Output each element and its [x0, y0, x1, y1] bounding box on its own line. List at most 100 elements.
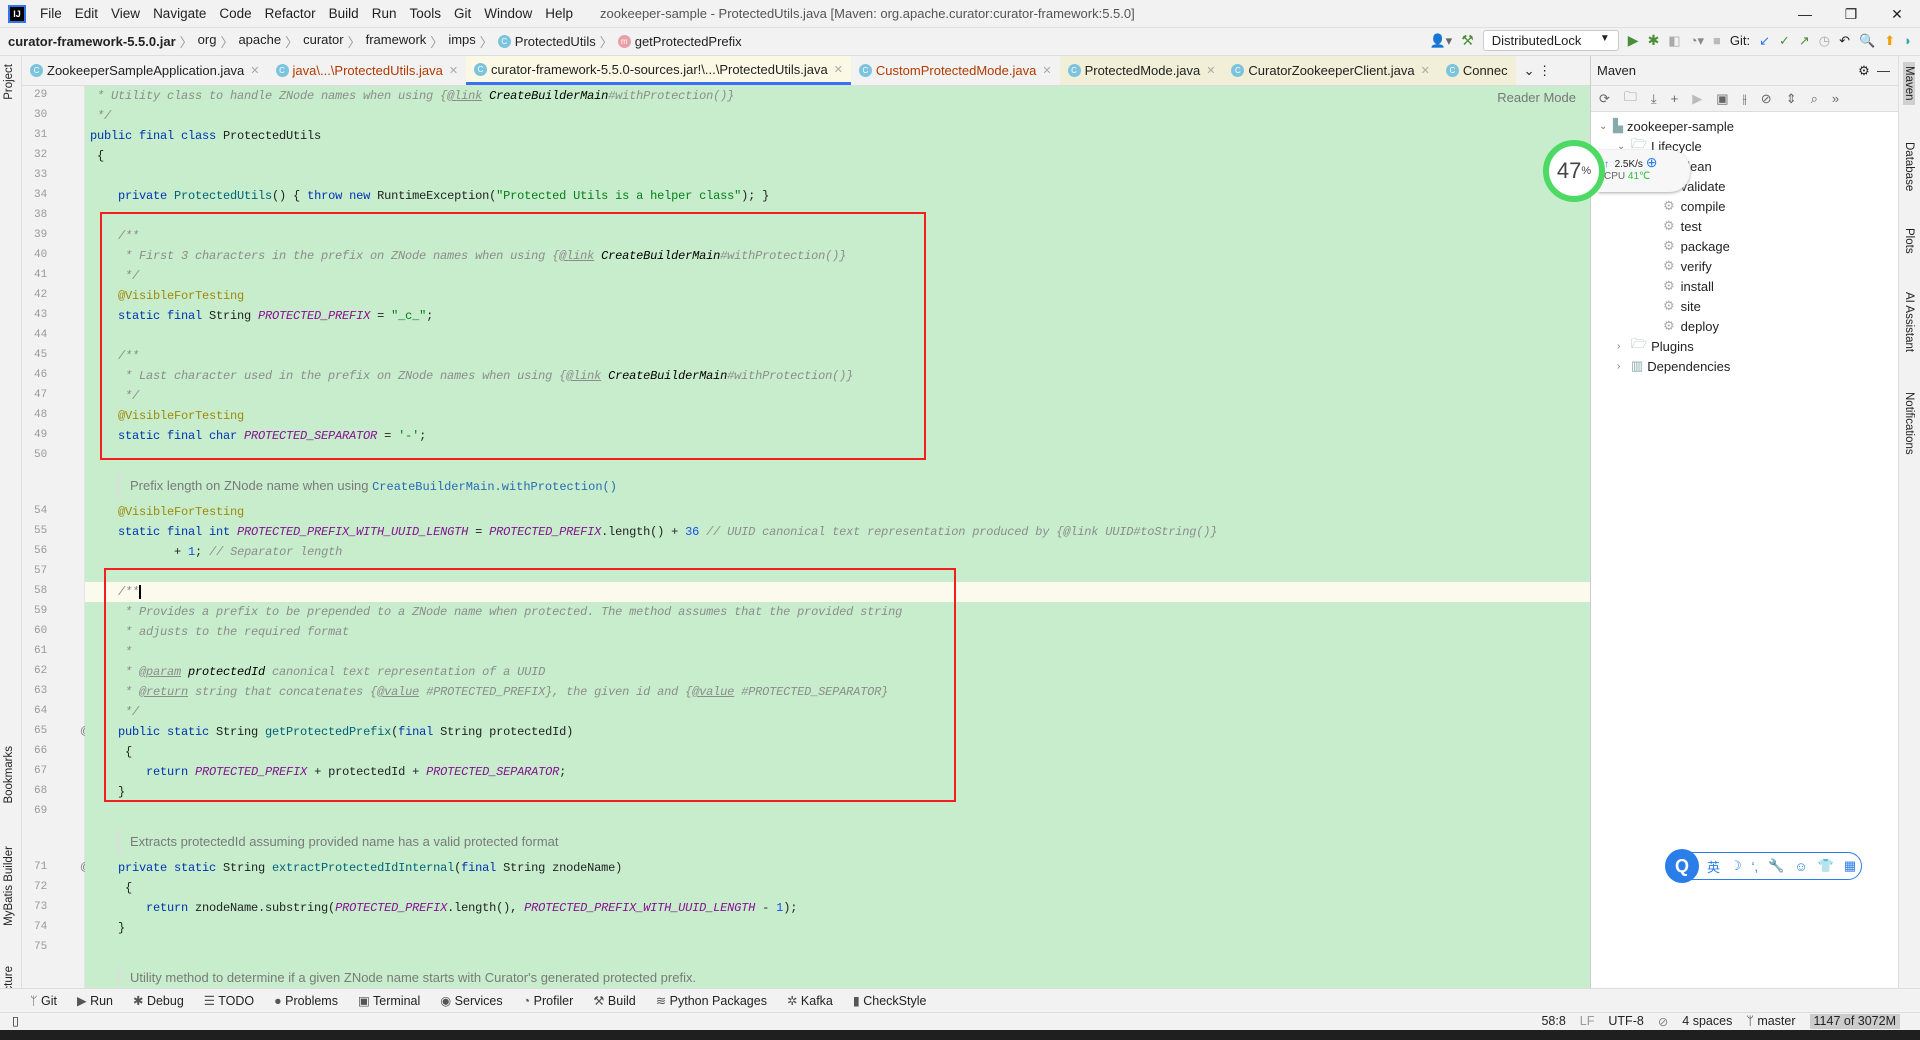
code-line[interactable]: { — [90, 146, 104, 166]
debug-icon[interactable]: ✱ — [1648, 32, 1660, 49]
tabs-overflow-icon[interactable]: ⌄ ⋮ — [1516, 56, 1560, 85]
hide-icon[interactable]: — — [1877, 63, 1890, 78]
more-icon[interactable]: » — [1832, 91, 1839, 106]
code-line[interactable]: /** — [90, 582, 142, 602]
maven-phase-test[interactable]: ⚙ test — [1591, 216, 1898, 236]
run-icon[interactable]: ▶ — [1628, 32, 1639, 49]
maven-phase-install[interactable]: ⚙ install — [1591, 276, 1898, 296]
code-line[interactable]: } — [90, 782, 125, 802]
git-commit-icon[interactable]: ✓ — [1779, 33, 1790, 49]
code-line[interactable]: static final String PROTECTED_PREFIX = "… — [90, 306, 433, 326]
maven-plugins[interactable]: › 🗁 Plugins — [1591, 336, 1898, 356]
code-line[interactable]: @VisibleForTesting — [90, 502, 244, 522]
analyze-icon[interactable]: ⌕ — [1811, 91, 1818, 107]
menu-view[interactable]: View — [111, 6, 140, 21]
code-line[interactable]: + 1; // Separator length — [90, 542, 342, 562]
add-icon[interactable]: ⊕ — [1646, 154, 1658, 170]
emoji-icon[interactable]: ☺ — [1794, 859, 1807, 874]
encoding[interactable]: UTF-8 — [1608, 1014, 1643, 1029]
tab-file[interactable]: Ccurator-framework-5.5.0-sources.jar!\..… — [466, 56, 851, 85]
tab-file[interactable]: C ProtectedMode.java ✕ — [1059, 56, 1224, 85]
caret-position[interactable]: 58:8 — [1541, 1014, 1565, 1029]
maven-phase-site[interactable]: ⚙ site — [1591, 296, 1898, 316]
skin-icon[interactable]: 👕 — [1818, 858, 1834, 874]
breadcrumb-item[interactable]: imps — [448, 32, 475, 51]
menu-refactor[interactable]: Refactor — [265, 6, 316, 21]
menu-code[interactable]: Code — [219, 6, 251, 21]
tool-git[interactable]: ᛘ Git — [30, 994, 57, 1008]
line-separator[interactable]: LF — [1580, 1014, 1595, 1029]
tool-services[interactable]: ◉ Services — [440, 993, 502, 1008]
code-line[interactable]: * @return string that concatenates {@val… — [90, 682, 888, 702]
maven-project[interactable]: ⌄ ▙ zookeeper-sample — [1591, 116, 1898, 136]
indent[interactable]: 4 spaces — [1682, 1014, 1732, 1029]
code-line[interactable]: * @param protectedId canonical text repr… — [90, 662, 545, 682]
mybatis-builder-tool[interactable]: MyBatis Builder — [3, 846, 15, 926]
plots-tool[interactable]: Plots — [1903, 228, 1915, 254]
breadcrumb-item[interactable]: org — [198, 32, 217, 51]
tab-file[interactable]: C Connec — [1437, 56, 1516, 85]
gear-icon[interactable]: ⚙ — [1858, 63, 1870, 78]
run-config-icon[interactable]: ▣ — [1716, 91, 1728, 107]
code-line[interactable]: private ProtectedUtils() { throw new Run… — [90, 186, 769, 206]
code-line[interactable]: /** — [90, 226, 139, 246]
menu-build[interactable]: Build — [329, 6, 359, 21]
code-line[interactable]: * Provides a prefix to be prepended to a… — [90, 602, 902, 622]
tool-run[interactable]: ▶ Run — [77, 993, 113, 1008]
code-line[interactable]: static final char PROTECTED_SEPARATOR = … — [90, 426, 426, 446]
minimize-button[interactable]: — — [1782, 0, 1828, 28]
user-icon[interactable]: 👤▾ — [1430, 33, 1453, 49]
menu-run[interactable]: Run — [372, 6, 397, 21]
language-icon[interactable]: 英 — [1707, 857, 1720, 876]
half-width-icon[interactable]: ☽ — [1730, 858, 1742, 874]
coverage-icon[interactable]: ◧ — [1668, 33, 1680, 49]
database-tool[interactable]: Database — [1903, 142, 1915, 191]
menu-help[interactable]: Help — [545, 6, 573, 21]
maven-phase-package[interactable]: ⚙ package — [1591, 236, 1898, 256]
code-line[interactable]: */ — [90, 106, 111, 126]
close-tab-icon[interactable]: ✕ — [834, 63, 843, 76]
run-config-dropdown[interactable]: DistributedLock ▼ — [1482, 30, 1619, 51]
notifications-tool[interactable]: Notifications — [1903, 392, 1915, 455]
code-line[interactable]: */ — [90, 386, 139, 406]
close-tab-icon[interactable]: ✕ — [1421, 64, 1430, 77]
update-icon[interactable]: ⬆ — [1884, 33, 1895, 49]
git-branch[interactable]: ᛘ master — [1746, 1014, 1795, 1029]
code-line[interactable]: /** — [90, 346, 139, 366]
restore-button[interactable]: ❐ — [1828, 0, 1874, 28]
bookmarks-tool[interactable]: Bookmarks — [3, 746, 15, 804]
tool-problems[interactable]: ● Problems — [274, 994, 338, 1008]
project-tool[interactable]: Project — [3, 64, 15, 100]
code-line[interactable]: * Last character used in the prefix on Z… — [90, 366, 853, 386]
maven-phase-deploy[interactable]: ⚙ deploy — [1591, 316, 1898, 336]
tool-terminal[interactable]: ▣ Terminal — [358, 993, 420, 1008]
close-tab-icon[interactable]: ✕ — [1206, 64, 1215, 77]
close-button[interactable]: ✕ — [1874, 0, 1920, 28]
git-update-icon[interactable]: ↙ — [1759, 33, 1770, 49]
code-line[interactable]: } — [90, 918, 125, 938]
code-line[interactable]: return znodeName.substring(PROTECTED_PRE… — [90, 898, 797, 918]
collapse-icon[interactable]: ⇕ — [1786, 91, 1797, 107]
profile-icon[interactable]: ◔▾ — [1690, 33, 1704, 49]
tool-python-packages[interactable]: ≋ Python Packages — [656, 993, 767, 1008]
git-history-icon[interactable]: ◷ — [1819, 33, 1830, 49]
maven-tool[interactable]: Maven — [1903, 62, 1915, 105]
ime-logo[interactable]: Q — [1665, 849, 1699, 883]
tools-icon[interactable]: 🔧 — [1768, 858, 1784, 874]
code-line[interactable]: * — [90, 642, 132, 662]
tool-todo[interactable]: ☰ TODO — [204, 993, 254, 1008]
maven-phase-compile[interactable]: ⚙ compile — [1591, 196, 1898, 216]
stop-icon[interactable]: ■ — [1713, 33, 1721, 48]
run-icon[interactable]: ▶ — [1692, 91, 1702, 107]
tab-file[interactable]: C CuratorZookeeperClient.java ✕ — [1223, 56, 1438, 85]
tab-file[interactable]: C ZookeeperSampleApplication.java ✕ — [22, 56, 268, 85]
code-line[interactable]: * adjusts to the required format — [90, 622, 349, 642]
close-tab-icon[interactable]: ✕ — [449, 64, 458, 77]
tab-file[interactable]: C CustomProtectedMode.java ✕ — [851, 56, 1060, 85]
chevron-icon[interactable]: ⌄ — [1599, 121, 1613, 132]
code-line[interactable]: public static String getProtectedPrefix(… — [90, 722, 573, 742]
reader-mode-toggle[interactable]: Reader Mode — [1497, 90, 1576, 105]
close-tab-icon[interactable]: ✕ — [1042, 64, 1051, 77]
code-line[interactable]: public final class ProtectedUtils — [90, 126, 321, 146]
code-line[interactable]: * Utility class to handle ZNode names wh… — [90, 86, 734, 106]
